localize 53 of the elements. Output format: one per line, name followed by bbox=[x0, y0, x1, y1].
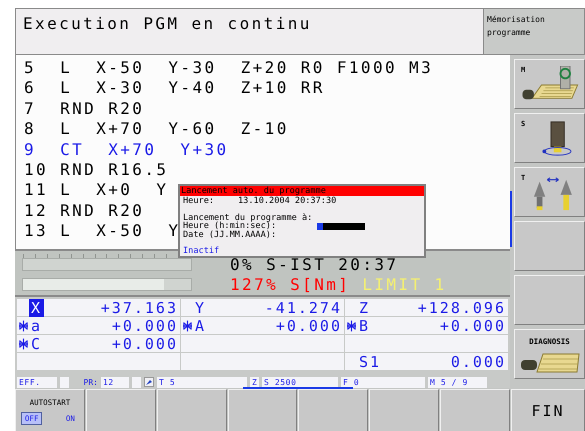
status-field: T 5 bbox=[157, 376, 247, 388]
dialog-status: Inactif bbox=[183, 247, 220, 256]
status-field bbox=[60, 376, 69, 388]
position-cell: X +37.163 bbox=[17, 299, 180, 316]
dialog-label: Heure (h:min:sec): bbox=[183, 222, 276, 231]
softkey[interactable] bbox=[514, 275, 585, 325]
status-label: PR: bbox=[82, 376, 98, 388]
end-softkey[interactable]: FIN bbox=[511, 389, 585, 431]
dialog-value: 13.10.2004 20:37:30 bbox=[238, 197, 336, 206]
dialog-heading: Lancement du programme à: bbox=[183, 214, 314, 222]
position-cell: S1 0.000 bbox=[345, 353, 508, 370]
status-field: M 5 / 9 bbox=[428, 376, 487, 388]
status-reading: 20:37 bbox=[338, 254, 398, 274]
program-line: 12 RND R20 bbox=[24, 200, 144, 222]
position-cell: Z +128.096 bbox=[345, 299, 508, 316]
status-reading: 127% bbox=[230, 274, 278, 294]
status-field bbox=[132, 376, 141, 388]
softkey[interactable] bbox=[369, 389, 440, 431]
softkey[interactable] bbox=[298, 389, 368, 431]
program-line: 10 RND R16.5 bbox=[24, 160, 168, 180]
softkey[interactable] bbox=[514, 221, 585, 271]
program-line: 6 L X-30 Y-40 Z+10 RR bbox=[24, 78, 325, 99]
position-cell: B +0.000 bbox=[345, 317, 508, 334]
position-cell: a +0.000 bbox=[17, 317, 180, 334]
status-reading: 0% bbox=[230, 254, 254, 274]
status-reading: LIMIT 1 bbox=[362, 274, 447, 294]
status-field: F 0 bbox=[341, 376, 425, 388]
softkey[interactable] bbox=[156, 389, 227, 431]
program-line: 8 L X+70 Y-60 Z-10 bbox=[24, 119, 289, 140]
dialog-title: Lancement auto. du programme bbox=[180, 186, 424, 196]
program-line: 9 CT X+70 Y+30 bbox=[24, 140, 229, 160]
screen-title: Execution PGM en continu bbox=[16, 9, 484, 54]
position-cell: A +0.000 bbox=[181, 317, 344, 334]
program-line: 13 L X-50 Y bbox=[24, 221, 180, 242]
program-line: 11 L X+0 Y bbox=[24, 180, 168, 201]
softkey[interactable] bbox=[86, 389, 156, 431]
mode-label: Mémorisation programme bbox=[484, 9, 584, 54]
status-field: Z bbox=[250, 376, 259, 388]
position-cell: C +0.000 bbox=[17, 335, 180, 352]
status-field: EFF. bbox=[17, 376, 57, 388]
program-line: 5 L X-50 Y-30 Z+20 R0 F1000 M3 bbox=[24, 58, 434, 78]
dialog-label: Heure: bbox=[183, 197, 216, 206]
status-reading: S-IST bbox=[266, 254, 326, 274]
status-field: 12 bbox=[101, 376, 129, 388]
status-reading: S[Nm] bbox=[290, 274, 350, 294]
position-cell: Y -41.274 bbox=[181, 299, 344, 316]
softkey[interactable] bbox=[440, 389, 510, 431]
softkey[interactable] bbox=[228, 389, 298, 431]
tool-icon bbox=[144, 377, 154, 387]
status-field: S 2500 bbox=[262, 376, 338, 388]
dialog-label: Date (JJ.MM.AAAA): bbox=[183, 230, 278, 240]
time-input-field[interactable] bbox=[317, 222, 365, 230]
program-line: 7 RND R20 bbox=[24, 98, 144, 120]
